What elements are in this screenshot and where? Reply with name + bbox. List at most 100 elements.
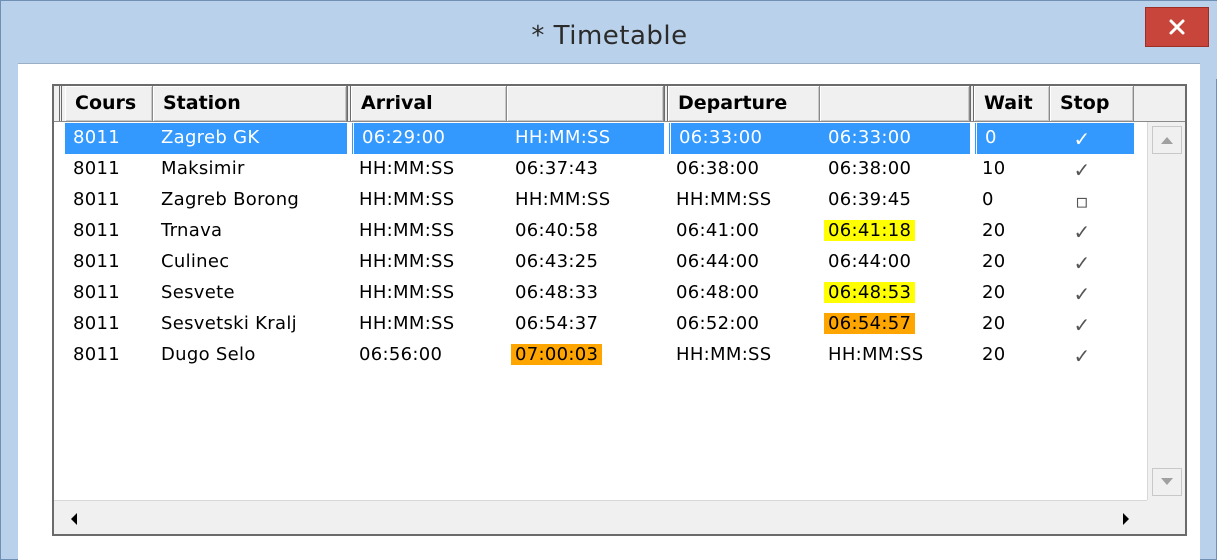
cell-departure-actual: 06:48:53	[820, 278, 970, 309]
client-area: Cours Station Arrival Departure Wait Sto…	[18, 63, 1200, 560]
cell-departure: 06:48:00	[676, 282, 760, 303]
cell-departure: 06:52:00	[676, 313, 760, 334]
cell-wait: 20	[982, 344, 1006, 365]
cell-departure-actual: 06:41:18	[820, 216, 970, 247]
cell-cours: 8011	[73, 158, 121, 179]
stop-checkbox[interactable]: ✓	[1050, 309, 1134, 340]
header-arrival-actual[interactable]	[507, 86, 664, 121]
cell-station: Maksimir	[161, 158, 245, 179]
table-row[interactable]: 8011 Sesvetski Kralj HH:MM:SS 06:54:37 06:52…	[54, 309, 1134, 340]
table-row[interactable]: 8011 Maksimir HH:MM:SS 06:37:43 06:38:00 06:3…	[54, 154, 1134, 185]
arrow-up-icon	[1161, 137, 1173, 144]
close-icon	[1169, 19, 1185, 35]
cell-wait: 10	[982, 158, 1006, 179]
table-row[interactable]: 8011 Dugo Selo 06:56:00 07:00:03 HH:MM:SS HH:…	[54, 340, 1134, 371]
cell-arrival: HH:MM:SS	[359, 282, 455, 303]
highlighted-time: 06:41:18	[824, 220, 916, 241]
highlighted-time: 06:54:57	[824, 313, 916, 334]
header-departure-actual[interactable]	[820, 86, 970, 121]
cell-departure: 06:33:00	[668, 123, 820, 154]
horizontal-scrollbar[interactable]	[54, 500, 1147, 534]
cell-wait: 0	[982, 189, 994, 210]
cell-cours: 8011	[73, 251, 121, 272]
header-wait[interactable]: Wait	[974, 86, 1050, 121]
scroll-left-button[interactable]	[60, 505, 88, 533]
cell-arrival: HH:MM:SS	[359, 220, 455, 241]
cell-station: Trnava	[161, 220, 223, 241]
cell-station: Sesvetski Kralj	[161, 313, 297, 334]
cell-departure: HH:MM:SS	[676, 344, 772, 365]
cell-wait: 20	[982, 313, 1006, 334]
cell-arrival: HH:MM:SS	[359, 189, 455, 210]
cell-wait: 20	[982, 220, 1006, 241]
cell-arrival-actual: 06:43:25	[515, 251, 599, 272]
header-arrival[interactable]: Arrival	[351, 86, 507, 121]
cell-station: Culinec	[161, 251, 230, 272]
header-edge	[54, 86, 62, 121]
highlighted-time: 07:00:03	[511, 344, 603, 365]
scrollbar-corner	[1147, 500, 1185, 534]
cell-departure-actual: HH:MM:SS	[828, 344, 924, 365]
stop-checkbox[interactable]: ✓	[1050, 340, 1134, 371]
cell-departure: 06:38:00	[676, 158, 760, 179]
stop-checkbox[interactable]: ✓	[1050, 247, 1134, 278]
arrow-down-icon	[1161, 478, 1173, 485]
cell-departure: 06:44:00	[676, 251, 760, 272]
cell-station: Dugo Selo	[161, 344, 256, 365]
cell-cours: 8011	[73, 220, 121, 241]
stop-checkbox[interactable]: ✓	[1050, 216, 1134, 247]
cell-departure: 06:41:00	[676, 220, 760, 241]
cell-cours: 8011	[73, 189, 121, 210]
scroll-down-button[interactable]	[1152, 468, 1182, 496]
window-title: * Timetable	[531, 21, 688, 51]
cell-arrival: 06:29:00	[351, 123, 507, 154]
cell-departure: HH:MM:SS	[676, 189, 772, 210]
table-row[interactable]: 8011 Trnava HH:MM:SS 06:40:58 06:41:00 06:41:…	[54, 216, 1134, 247]
cell-departure-actual: 06:39:45	[828, 189, 912, 210]
stop-checkbox[interactable]: ✓	[1050, 123, 1134, 154]
arrow-right-icon	[1123, 513, 1129, 525]
cell-arrival-actual: 06:54:37	[515, 313, 599, 334]
cell-station: Sesvete	[161, 282, 235, 303]
cell-departure-actual: 06:33:00	[820, 123, 970, 154]
cell-arrival-actual: 06:37:43	[515, 158, 599, 179]
cell-cours: 8011	[65, 123, 153, 154]
header-stop[interactable]: Stop	[1050, 86, 1134, 121]
cell-departure-actual: 06:38:00	[828, 158, 912, 179]
cell-station: Zagreb GK	[153, 123, 347, 154]
cell-arrival: 06:56:00	[359, 344, 443, 365]
scroll-right-button[interactable]	[1112, 505, 1140, 533]
highlighted-time: 06:48:53	[824, 282, 916, 303]
timetable-window: * Timetable Cours Station Arrival Depart…	[0, 0, 1217, 560]
cell-arrival-actual: 07:00:03	[507, 340, 664, 371]
arrow-left-icon	[71, 513, 77, 525]
cell-arrival-actual: HH:MM:SS	[507, 123, 664, 154]
cell-wait: 20	[982, 282, 1006, 303]
cell-arrival-actual: HH:MM:SS	[515, 189, 611, 210]
vertical-scrollbar[interactable]	[1147, 122, 1185, 500]
cell-departure-actual: 06:44:00	[828, 251, 912, 272]
cell-cours: 8011	[73, 344, 121, 365]
cell-departure-actual: 06:54:57	[820, 309, 970, 340]
grid-header: Cours Station Arrival Departure Wait Sto…	[54, 86, 1185, 122]
header-cours[interactable]: Cours	[65, 86, 153, 121]
cell-wait: 0	[974, 123, 1050, 154]
stop-checkbox[interactable]: ✓	[1050, 278, 1134, 309]
scroll-up-button[interactable]	[1152, 126, 1182, 154]
header-departure[interactable]: Departure	[668, 86, 820, 121]
stop-checkbox[interactable]: ▫	[1050, 185, 1134, 216]
table-row[interactable]: 8011 Zagreb GK 06:29:00 HH:MM:SS 06:33:00 06:…	[54, 123, 1134, 154]
table-row[interactable]: 8011 Sesvete HH:MM:SS 06:48:33 06:48:00 06:48…	[54, 278, 1134, 309]
header-station[interactable]: Station	[153, 86, 347, 121]
table-row[interactable]: 8011 Zagreb Borong HH:MM:SS HH:MM:SS HH:MM:S…	[54, 185, 1134, 216]
cell-arrival: HH:MM:SS	[359, 313, 455, 334]
stop-checkbox[interactable]: ✓	[1050, 154, 1134, 185]
cell-station: Zagreb Borong	[161, 189, 300, 210]
cell-cours: 8011	[73, 282, 121, 303]
cell-arrival-actual: 06:40:58	[515, 220, 599, 241]
table-row[interactable]: 8011 Culinec HH:MM:SS 06:43:25 06:44:00 06:44…	[54, 247, 1134, 278]
timetable-grid[interactable]: Cours Station Arrival Departure Wait Sto…	[52, 84, 1187, 536]
cell-arrival-actual: 06:48:33	[515, 282, 599, 303]
close-button[interactable]	[1145, 7, 1209, 47]
cell-cours: 8011	[73, 313, 121, 334]
